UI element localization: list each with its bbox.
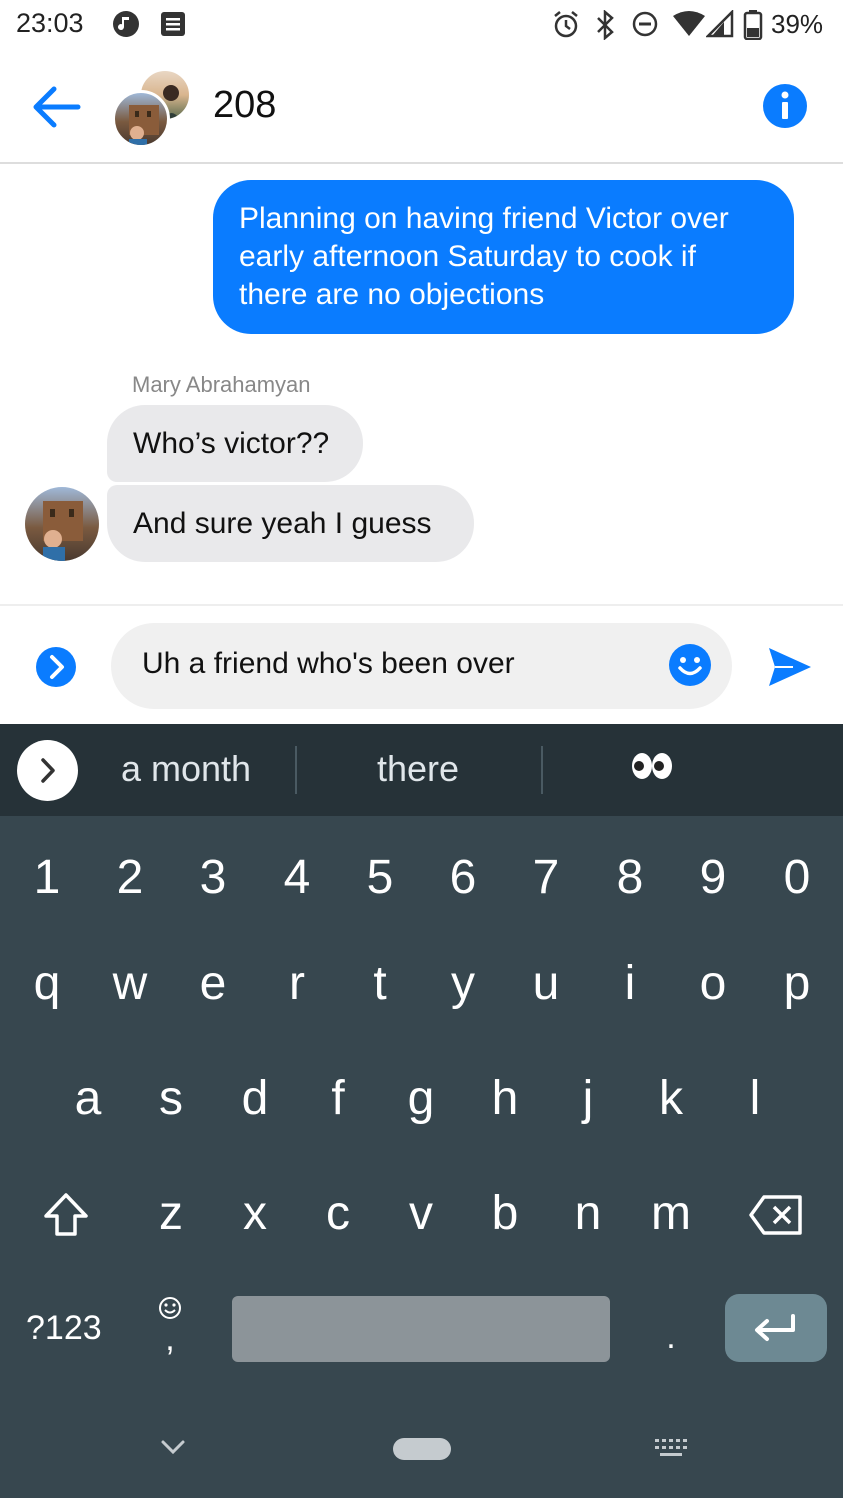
chevron-right-icon: [41, 758, 55, 783]
key-k[interactable]: k: [636, 1069, 706, 1129]
key-u[interactable]: u: [511, 954, 581, 1014]
enter-key[interactable]: [725, 1294, 827, 1362]
key-t[interactable]: t: [345, 954, 415, 1014]
suggestion-expand-button[interactable]: [17, 740, 78, 801]
shift-icon[interactable]: [42, 1192, 90, 1238]
message-text: And sure yeah I guess: [133, 506, 432, 540]
wifi-icon: [673, 11, 705, 36]
key-2[interactable]: 2: [95, 848, 165, 908]
symbols-key[interactable]: ?123: [26, 1309, 102, 1348]
conversation-title: 208: [213, 84, 277, 126]
key-n[interactable]: n: [553, 1184, 623, 1244]
avatar[interactable]: [25, 487, 99, 561]
key-a[interactable]: a: [53, 1069, 123, 1129]
key-8[interactable]: 8: [595, 848, 665, 908]
outgoing-message[interactable]: Planning on having friend Victor over ea…: [213, 180, 794, 334]
hide-keyboard-icon[interactable]: [160, 1438, 186, 1456]
incoming-message[interactable]: And sure yeah I guess: [107, 485, 474, 562]
key-5[interactable]: 5: [345, 848, 415, 908]
avatar: [112, 90, 170, 148]
key-i[interactable]: i: [595, 954, 665, 1014]
key-r[interactable]: r: [262, 954, 332, 1014]
incoming-message[interactable]: Who’s victor??: [107, 405, 363, 482]
status-bar: 23:03 39%: [0, 0, 843, 50]
key-b[interactable]: b: [470, 1184, 540, 1244]
back-arrow-icon[interactable]: [30, 83, 82, 131]
music-note-icon: [113, 11, 139, 37]
key-7[interactable]: 7: [511, 848, 581, 908]
key-q[interactable]: q: [12, 954, 82, 1014]
battery-percentage: 39%: [771, 9, 824, 39]
divider: [541, 746, 543, 794]
key-v[interactable]: v: [386, 1184, 456, 1244]
backspace-icon[interactable]: [748, 1194, 804, 1236]
emoji-icon[interactable]: [668, 643, 712, 687]
key-p[interactable]: p: [762, 954, 832, 1014]
do-not-disturb-icon: [632, 11, 658, 37]
key-3[interactable]: 3: [178, 848, 248, 908]
key-9[interactable]: 9: [678, 848, 748, 908]
info-icon[interactable]: [762, 83, 808, 129]
send-icon[interactable]: [767, 646, 813, 688]
alarm-icon: [554, 11, 578, 38]
notification-icon: [161, 12, 185, 36]
message-text: Who’s victor??: [133, 426, 330, 460]
key-y[interactable]: y: [428, 954, 498, 1014]
key-s[interactable]: s: [136, 1069, 206, 1129]
key-g[interactable]: g: [386, 1069, 456, 1129]
key-6[interactable]: 6: [428, 848, 498, 908]
suggestion[interactable]: a month: [100, 748, 272, 790]
key-z[interactable]: z: [136, 1184, 206, 1244]
divider: [295, 746, 297, 794]
key-1[interactable]: 1: [12, 848, 82, 908]
key-e[interactable]: e: [178, 954, 248, 1014]
expand-actions-icon[interactable]: [35, 646, 77, 688]
keyboard-switch-icon[interactable]: [654, 1438, 688, 1458]
message-input-text[interactable]: Uh a friend who's been over: [142, 647, 515, 681]
key-j[interactable]: j: [553, 1069, 623, 1129]
sender-name: Mary Abrahamyan: [132, 372, 311, 397]
key-d[interactable]: d: [220, 1069, 290, 1129]
suggestion-strip: a month there: [0, 724, 843, 816]
key-w[interactable]: w: [95, 954, 165, 1014]
status-time: 23:03: [16, 8, 84, 38]
bluetooth-icon: [597, 10, 614, 40]
message-composer: Uh a friend who's been over: [0, 604, 843, 724]
key-l[interactable]: l: [720, 1069, 790, 1129]
home-pill[interactable]: [393, 1438, 451, 1460]
key-4[interactable]: 4: [262, 848, 332, 908]
key-x[interactable]: x: [220, 1184, 290, 1244]
battery-icon: [743, 10, 763, 40]
group-avatar[interactable]: [112, 68, 194, 148]
key-h[interactable]: h: [470, 1069, 540, 1129]
key-o[interactable]: o: [678, 954, 748, 1014]
emoji-key-icon[interactable]: [158, 1296, 182, 1320]
suggestion[interactable]: there: [320, 748, 516, 790]
suggestion[interactable]: [600, 748, 704, 790]
space-bar[interactable]: [232, 1296, 610, 1362]
enter-icon: [755, 1314, 795, 1341]
period-key[interactable]: .: [656, 1318, 686, 1357]
comma-key[interactable]: ,: [155, 1320, 185, 1359]
keyboard: a month there 1234567890 qwertyuiop asdfgh…: [0, 724, 843, 1498]
conversation-header: 208: [0, 50, 843, 164]
message-input[interactable]: Uh a friend who's been over: [111, 623, 732, 709]
key-m[interactable]: m: [636, 1184, 706, 1244]
signal-icon: [706, 10, 734, 38]
eyes-emoji-icon: [632, 753, 672, 779]
key-f[interactable]: f: [303, 1069, 373, 1129]
key-c[interactable]: c: [303, 1184, 373, 1244]
key-0[interactable]: 0: [762, 848, 832, 908]
